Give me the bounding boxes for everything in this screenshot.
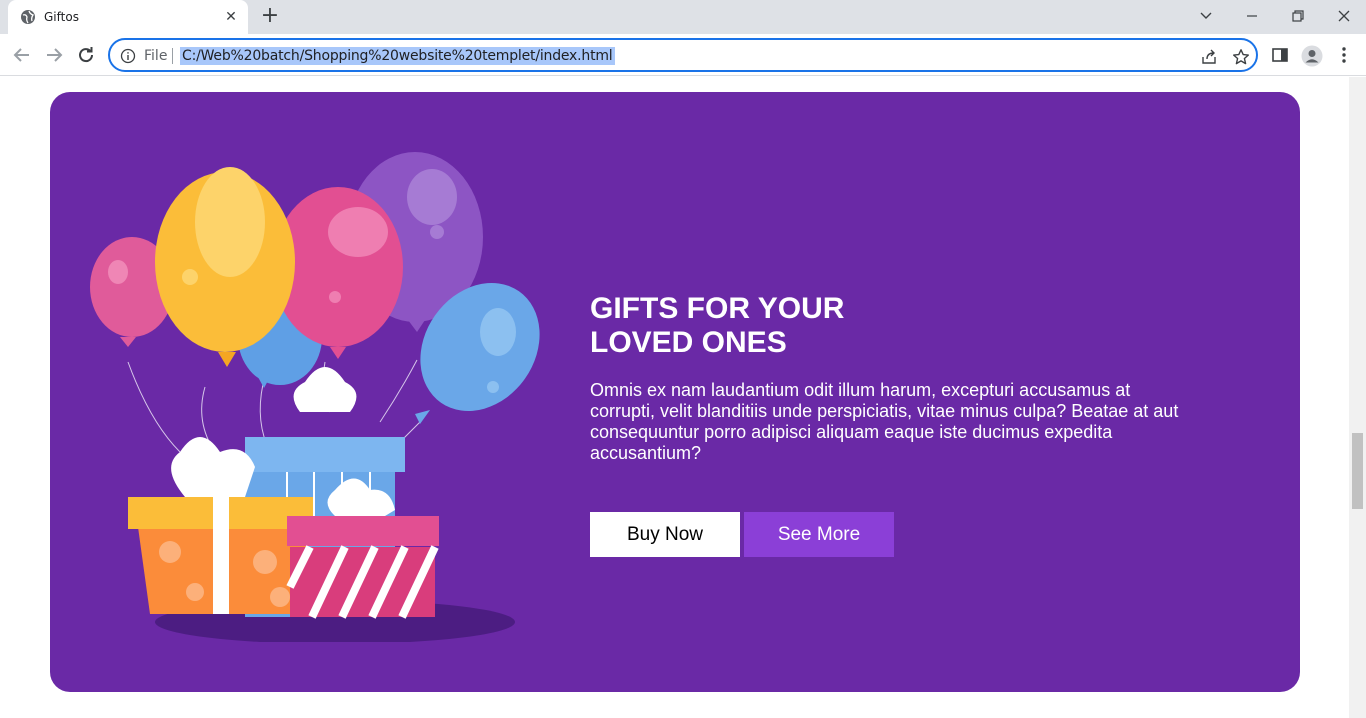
page-scrollbar[interactable] — [1349, 77, 1366, 718]
address-bar[interactable]: File C:/Web%20batch/Shopping%20website%2… — [108, 38, 1258, 72]
share-icon[interactable] — [1200, 48, 1218, 66]
buy-now-button[interactable]: Buy Now — [590, 512, 740, 557]
tab-title: Giftos — [44, 10, 79, 24]
browser-tab[interactable]: Giftos ✕ — [8, 0, 248, 34]
url-scheme-label: File — [144, 48, 168, 64]
close-icon[interactable]: ✕ — [221, 7, 241, 27]
minimize-icon[interactable] — [1228, 0, 1274, 32]
balloons-gifts-illustration — [90, 152, 540, 642]
info-icon[interactable] — [120, 48, 136, 64]
see-more-button[interactable]: See More — [744, 512, 894, 557]
browser-toolbar: File C:/Web%20batch/Shopping%20website%2… — [0, 34, 1366, 76]
forward-icon[interactable] — [42, 43, 66, 67]
address-divider — [172, 48, 173, 64]
window-close-icon[interactable] — [1320, 0, 1366, 32]
scrollbar-thumb[interactable] — [1352, 433, 1363, 509]
hero-title-line-1: GIFTS FOR YOUR — [590, 292, 845, 325]
url-text[interactable]: C:/Web%20batch/Shopping%20website%20temp… — [180, 47, 615, 65]
back-icon[interactable] — [10, 43, 34, 67]
star-icon[interactable] — [1232, 48, 1250, 66]
profile-icon[interactable] — [1301, 45, 1323, 67]
menu-icon[interactable] — [1334, 45, 1354, 65]
restore-icon[interactable] — [1274, 0, 1320, 32]
hero-banner: GIFTS FOR YOUR LOVED ONES Omnis ex nam l… — [50, 92, 1300, 692]
hero-title-line-2: LOVED ONES — [590, 326, 787, 359]
plus-icon[interactable]: + — [258, 5, 282, 29]
reload-icon[interactable] — [74, 43, 98, 67]
side-panel-icon[interactable] — [1270, 45, 1290, 65]
chevron-down-icon[interactable] — [1182, 0, 1228, 32]
hero-description: Omnis ex nam laudantium odit illum harum… — [590, 380, 1179, 463]
globe-icon — [20, 9, 36, 25]
tab-strip: Giftos ✕ + — [0, 0, 1366, 34]
hero-title: GIFTS FOR YOUR LOVED ONES — [590, 292, 1010, 360]
